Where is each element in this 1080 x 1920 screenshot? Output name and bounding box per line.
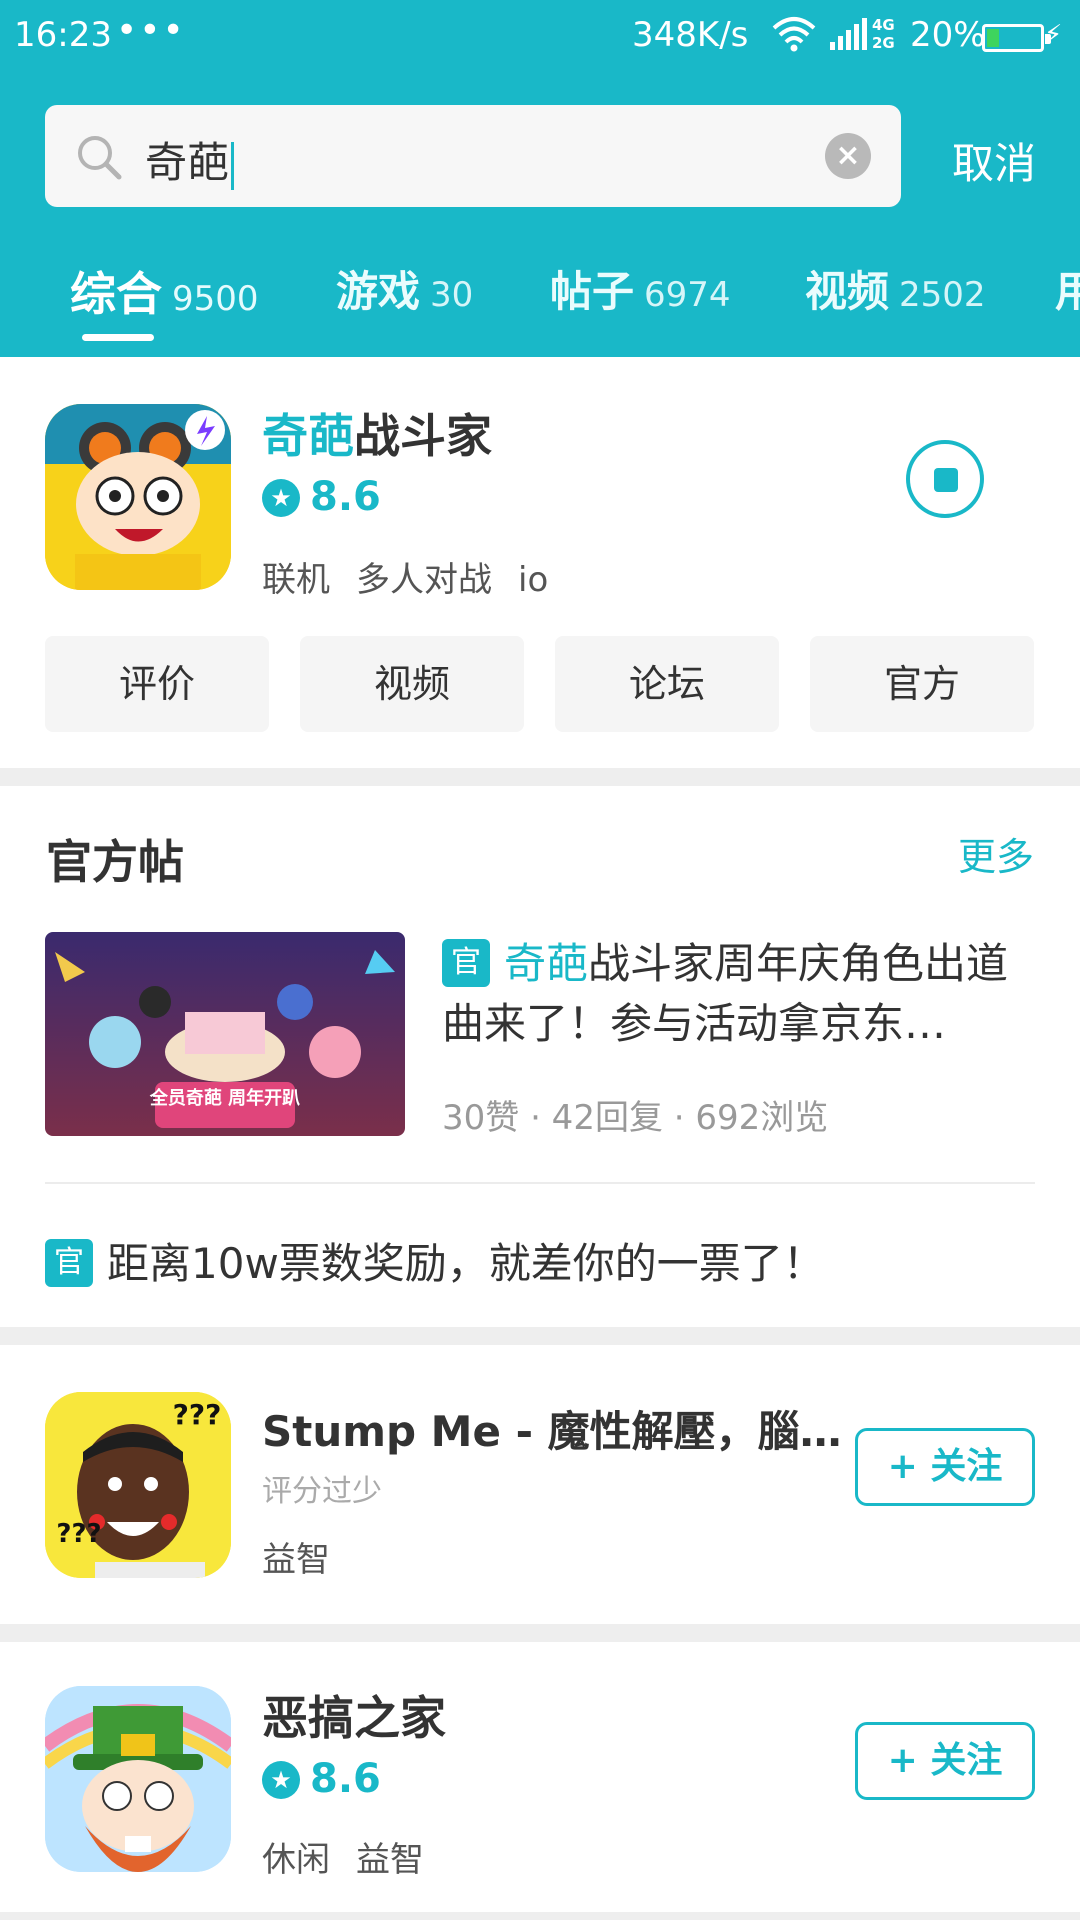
announcement-item[interactable]: 官距离10w票数奖励，就差你的一票了！ — [45, 1230, 825, 1291]
network-type-bottom: 2G — [872, 34, 895, 52]
section-divider — [0, 1327, 1080, 1345]
stop-icon — [934, 468, 958, 492]
tab-posts[interactable]: 帖子 6974 — [550, 258, 731, 319]
game-icon-stump-me[interactable]: ??? ??? — [45, 1392, 231, 1578]
signal-icon — [830, 18, 867, 50]
tab-count: 9500 — [172, 279, 259, 319]
status-more-dots: ••• — [116, 10, 186, 51]
more-link[interactable]: 更多 — [958, 826, 1034, 881]
official-button[interactable]: 官方 — [810, 636, 1034, 732]
follow-button[interactable]: + 关注 — [855, 1428, 1035, 1506]
anniversary-image: 全员奇葩 周年开趴 — [45, 932, 405, 1136]
forum-button[interactable]: 论坛 — [555, 636, 779, 732]
cancel-button[interactable]: 取消 — [952, 130, 1036, 191]
tab-label: 视频 — [805, 267, 890, 316]
tag: 休闲 — [262, 1840, 330, 1880]
tab-label: 帖子 — [550, 267, 635, 316]
video-button[interactable]: 视频 — [300, 636, 524, 732]
follow-button[interactable]: + 关注 — [855, 1722, 1035, 1800]
official-badge: 官 — [45, 1239, 93, 1287]
game-rating: ★ 8.6 — [262, 474, 381, 520]
battery-percent: 20% — [910, 15, 986, 55]
tab-count: 2502 — [899, 275, 986, 315]
battery-icon — [982, 24, 1051, 52]
battery-level — [987, 29, 999, 47]
question-marks: ??? — [56, 1519, 101, 1549]
search-icon — [78, 136, 122, 180]
search-query: 奇葩 — [145, 129, 235, 190]
post-title[interactable]: 官奇葩战斗家周年庆角色出道曲来了！参与活动拿京东… — [442, 934, 1042, 1054]
game-icon-family-guy[interactable] — [45, 1686, 231, 1872]
section-divider — [0, 768, 1080, 786]
review-button[interactable]: 评价 — [45, 636, 269, 732]
tab-count: 6974 — [644, 275, 731, 315]
star-icon: ★ — [262, 1761, 300, 1799]
question-marks: ??? — [173, 1398, 222, 1431]
search-input[interactable]: 奇葩 × — [45, 105, 901, 207]
tag: 联机 — [262, 560, 330, 600]
post-meta: 30赞 · 42回复 · 692浏览 — [442, 1098, 829, 1138]
game-title[interactable]: Stump Me - 魔性解壓，腦… — [262, 1398, 842, 1459]
network-type-top: 4G — [872, 16, 895, 34]
announcement-text: 距离10w票数奖励，就差你的一票了！ — [107, 1239, 825, 1288]
wifi-icon — [772, 17, 816, 52]
tag: 益智 — [262, 1540, 330, 1580]
tab-label: 综合 — [70, 267, 162, 321]
game-tags: 益智 — [262, 1532, 356, 1581]
game-tags: 联机 多人对战 io — [262, 552, 574, 601]
title-rest: 战斗家 — [354, 409, 492, 463]
image-text: 全员奇葩 周年开趴 — [149, 1087, 300, 1109]
network-type: 4G 2G — [872, 16, 895, 52]
tab-users[interactable]: 用 — [1055, 258, 1080, 319]
tab-count: 30 — [430, 275, 474, 315]
tab-videos[interactable]: 视频 2502 — [805, 258, 986, 319]
star-icon: ★ — [262, 479, 300, 517]
charging-icon: ⚡ — [1044, 20, 1063, 50]
game-rating: ★ 8.6 — [262, 1756, 381, 1802]
game-title[interactable]: 恶搞之家 — [262, 1682, 446, 1748]
status-bar: 16:23 ••• 348K/s 4G 2G 20% ⚡ — [0, 0, 1080, 76]
title-highlight: 奇葩 — [504, 939, 589, 988]
section-title: 官方帖 — [46, 835, 184, 889]
status-time: 16:23 — [14, 15, 112, 55]
text-caret — [231, 141, 235, 190]
tag: 多人对战 — [356, 560, 492, 600]
search-query-text: 奇葩 — [145, 138, 230, 187]
title-highlight: 奇葩 — [262, 409, 354, 463]
section-divider — [0, 1624, 1080, 1642]
cartoon-face-icon — [45, 404, 231, 590]
game-tags: 休闲 益智 — [262, 1832, 450, 1881]
section-divider — [0, 1912, 1080, 1920]
rating-note: 评分过少 — [262, 1474, 382, 1509]
tab-label: 用 — [1055, 267, 1080, 316]
clear-icon[interactable]: × — [825, 133, 871, 179]
game-title[interactable]: 奇葩战斗家 — [262, 400, 492, 466]
divider-line — [45, 1182, 1035, 1184]
tab-games[interactable]: 游戏 30 — [336, 258, 473, 319]
tag: io — [518, 560, 549, 600]
tab-comprehensive[interactable]: 综合 9500 — [70, 258, 259, 324]
face-icon: ??? ??? — [45, 1392, 231, 1578]
post-thumbnail[interactable]: 全员奇葩 周年开趴 — [45, 932, 405, 1136]
official-badge: 官 — [442, 939, 490, 987]
tag: 益智 — [356, 1840, 424, 1880]
tab-label: 游戏 — [336, 267, 421, 316]
rating-value: 8.6 — [310, 1756, 381, 1802]
leprechaun-icon — [45, 1686, 231, 1872]
rating-value: 8.6 — [310, 474, 381, 520]
game-icon-qipa[interactable] — [45, 404, 231, 590]
active-tab-indicator — [82, 334, 154, 341]
network-speed: 348K/s — [632, 15, 749, 55]
download-stop-button[interactable] — [906, 440, 984, 518]
